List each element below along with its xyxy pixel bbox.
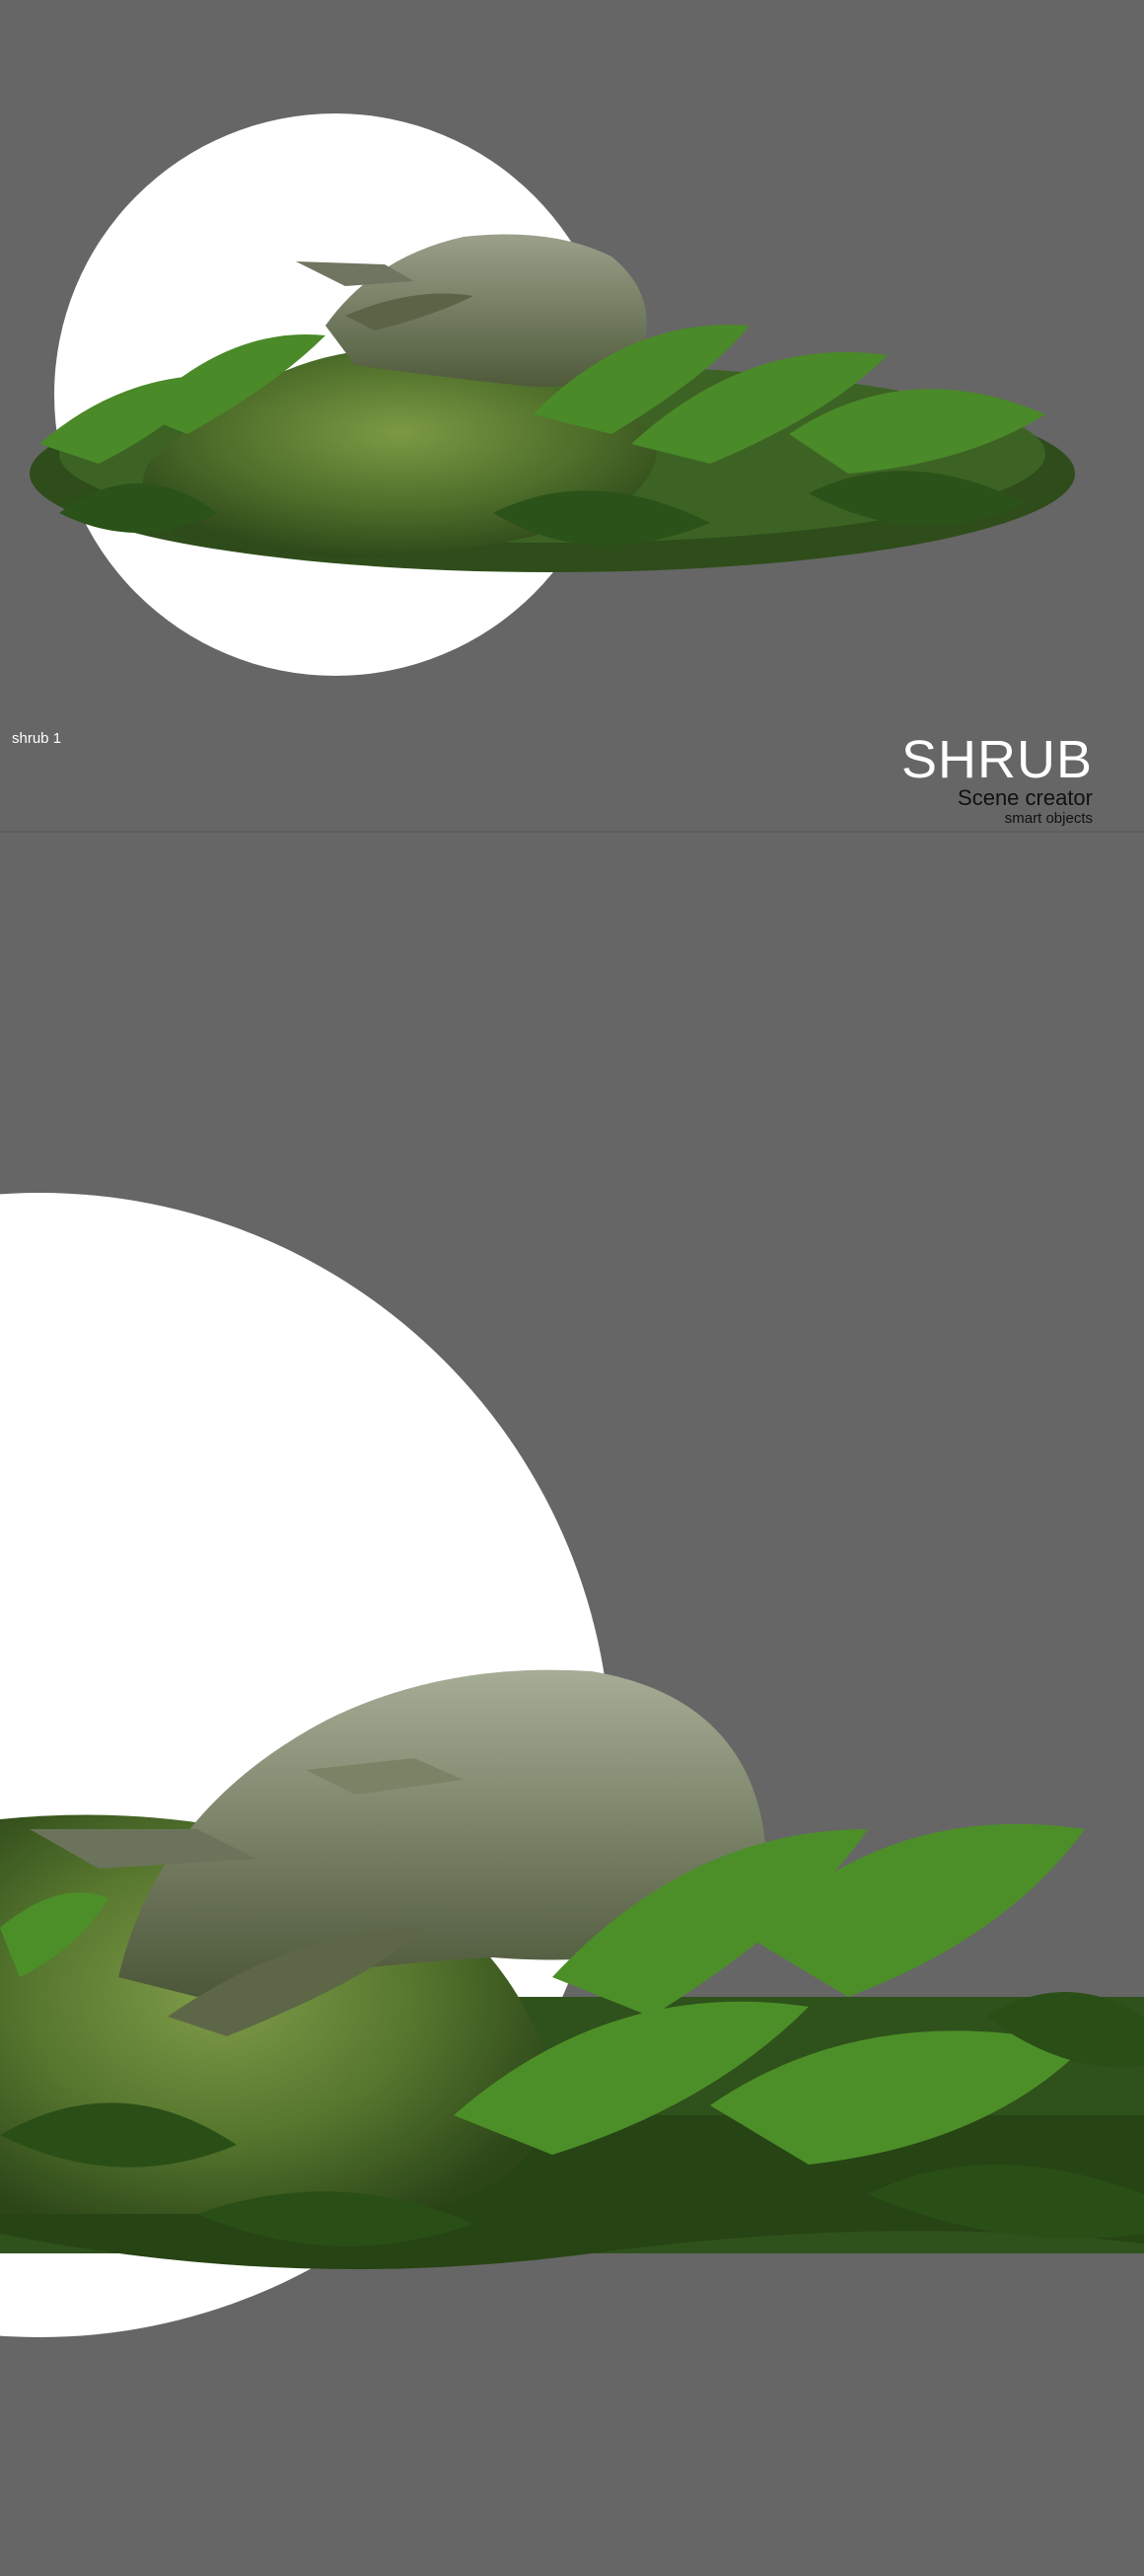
brand-tagline: smart objects: [1004, 810, 1093, 827]
shrub-scene-overview: [30, 113, 1075, 676]
brand-block: SHRUB Scene creator smart objects: [901, 732, 1093, 827]
bottom-closeup-panel: [0, 833, 1144, 2576]
shrub-scene-closeup: [0, 1193, 1144, 2337]
brand-subtitle: Scene creator: [958, 785, 1093, 810]
image-caption: shrub 1: [12, 730, 62, 747]
top-preview-panel: shrub 1 SHRUB Scene creator smart object…: [0, 0, 1144, 831]
brand-title: SHRUB: [900, 730, 1093, 789]
